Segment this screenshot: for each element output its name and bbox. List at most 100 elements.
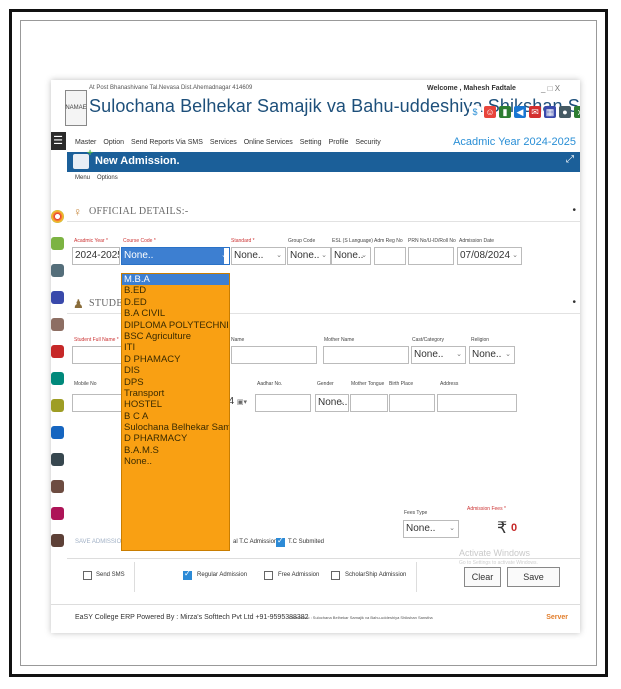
main-menu: Master Option Send Reports Via SMS Servi… [75, 139, 381, 146]
clear-button[interactable]: Clear [464, 567, 501, 587]
mother-tongue-label: Mother Tongue [351, 381, 385, 387]
dropdown-option[interactable]: B.ED [122, 285, 229, 296]
dropdown-option[interactable]: M.B.A [122, 274, 229, 286]
fees-type-select[interactable]: None.. ⌄ [403, 520, 459, 538]
dropdown-option[interactable]: Sulochana Belhekar Samajik [122, 422, 229, 433]
tc-submitted-label: T.C Submited [288, 539, 325, 545]
books-icon[interactable] [51, 507, 64, 520]
save-admission-label[interactable]: SAVE ADMISSION [75, 539, 126, 545]
menu-item-services[interactable]: Services [210, 139, 237, 146]
aadhar-input[interactable] [255, 394, 311, 412]
dropdown-option[interactable]: BSC Agriculture [122, 331, 229, 342]
chrome-icon[interactable] [51, 210, 64, 223]
menu-item-online-services[interactable]: Online Services [244, 139, 293, 146]
expand-icon[interactable]: ⤢ [566, 154, 574, 165]
plus-icon[interactable] [51, 237, 64, 250]
free-admission-checkbox[interactable] [264, 571, 273, 580]
building-icon[interactable] [51, 372, 64, 385]
dropdown-option[interactable]: DPS [122, 377, 229, 388]
tab-menu[interactable]: Menu [75, 175, 90, 181]
excel-icon[interactable]: x [574, 106, 580, 118]
group-icon[interactable] [51, 480, 64, 493]
name-input[interactable] [231, 346, 317, 364]
dropdown-option[interactable]: None.. [122, 456, 229, 467]
adm-reg-no-label: Adm Reg No [374, 238, 403, 244]
student-full-name-input[interactable] [72, 346, 122, 364]
academic-year-label: Acadmic Year * [74, 238, 108, 244]
dropdown-option[interactable]: DIS [122, 365, 229, 376]
menu-item-send-reports[interactable]: Send Reports Via SMS [131, 139, 203, 146]
bars-icon[interactable]: ▮ [499, 106, 511, 118]
user-icon[interactable]: ☺ [484, 106, 496, 118]
tc-submitted-checkbox[interactable] [276, 536, 285, 547]
group-code-value: None.. [290, 250, 320, 261]
adm-reg-no-input[interactable] [374, 247, 406, 265]
admission-fees-amount[interactable]: 0 [511, 522, 517, 534]
hamburger-menu-icon[interactable]: ☰ [51, 132, 66, 150]
official-details-title: OFFICIAL DETAILS:- [89, 206, 189, 217]
group-code-select[interactable]: None.. ⌄ [287, 247, 331, 265]
regular-admission-checkbox[interactable] [183, 569, 192, 580]
dropdown-option[interactable]: B.A CIVIL [122, 308, 229, 319]
mother-name-input[interactable] [323, 346, 409, 364]
collapse-dot-icon[interactable]: • [572, 297, 576, 308]
save-button[interactable]: Save [507, 567, 560, 587]
regular-admission-label: Regular Admission [197, 572, 248, 578]
esl-select[interactable]: None.. ⌄ [331, 247, 371, 265]
mother-tongue-input[interactable] [350, 394, 388, 412]
calculator-icon[interactable]: ▦ [544, 106, 556, 118]
birth-place-input[interactable] [389, 394, 435, 412]
academic-year-display: Acadmic Year 2024-2025 [453, 136, 576, 148]
chevron-down-icon: ⌄ [505, 351, 511, 358]
report-icon[interactable] [51, 318, 64, 331]
globe-icon[interactable] [51, 426, 64, 439]
dropdown-option[interactable]: B C A [122, 411, 229, 422]
people-icon[interactable] [51, 345, 64, 358]
dropdown-option[interactable]: HOSTEL [122, 399, 229, 410]
institute-logo: NAMAE [65, 90, 87, 126]
document-icon[interactable] [51, 399, 64, 412]
chevron-down-icon: ⌄ [221, 252, 227, 259]
mail-icon[interactable]: ✉ [529, 106, 541, 118]
warning-icon[interactable] [51, 453, 64, 466]
dropdown-option[interactable]: B.A.M.S [122, 445, 229, 456]
dropdown-option[interactable]: D PHARMACY [122, 433, 229, 444]
religion-select[interactable]: None.. ⌄ [469, 346, 515, 364]
academic-year-select[interactable]: 2024-2025 ⌄ [72, 247, 120, 265]
tab-options[interactable]: Options [97, 175, 118, 181]
admission-date-picker[interactable]: 07/08/2024 ⌄ [457, 247, 522, 265]
dropdown-option[interactable]: D PHAMACY [122, 354, 229, 365]
menu-item-master[interactable]: Master [75, 139, 96, 146]
send-sms-checkbox[interactable] [83, 571, 92, 580]
mobile-no-input[interactable] [72, 394, 122, 412]
fees-type-value: None.. [406, 523, 436, 534]
menu-item-security[interactable]: Security [355, 139, 380, 146]
dropdown-option[interactable]: DIPLOMA POLYTECHNIC [122, 320, 229, 331]
currency-icon[interactable]: $ [469, 106, 481, 118]
award-icon[interactable] [51, 264, 64, 277]
prn-label: PRN No/U-ID/Roll No [408, 238, 456, 244]
address-input[interactable] [437, 394, 517, 412]
menu-item-option[interactable]: Option [103, 139, 124, 146]
window-controls[interactable]: _ □ X [541, 84, 560, 93]
dropdown-option[interactable]: D.ED [122, 297, 229, 308]
checklist-icon[interactable] [51, 291, 64, 304]
dropdown-option[interactable]: Transport [122, 388, 229, 399]
esl-value: None.. [334, 250, 364, 261]
app-window: NAMAE At Post Bhanashivane Tal.Nevasa Di… [51, 80, 580, 633]
collapse-dot-icon[interactable]: • [572, 205, 576, 216]
course-code-select[interactable]: None.. ⌄ [121, 247, 230, 265]
official-details-header: ♀ OFFICIAL DETAILS:- • [67, 204, 580, 222]
menu-item-profile[interactable]: Profile [329, 139, 349, 146]
gender-select[interactable]: None.. ⌄ [315, 394, 349, 412]
prn-input[interactable] [408, 247, 454, 265]
tools-icon[interactable] [51, 534, 64, 547]
standard-select[interactable]: None.. ⌄ [231, 247, 286, 265]
cast-category-select[interactable]: None.. ⌄ [411, 346, 466, 364]
lock-icon[interactable]: ● [559, 106, 571, 118]
chevron-down-icon: ⌄ [110, 252, 116, 259]
menu-item-setting[interactable]: Setting [300, 139, 322, 146]
dropdown-option[interactable]: ITI [122, 342, 229, 353]
scholarship-admission-checkbox[interactable] [331, 571, 340, 580]
megaphone-icon[interactable]: ◀ [514, 106, 526, 118]
